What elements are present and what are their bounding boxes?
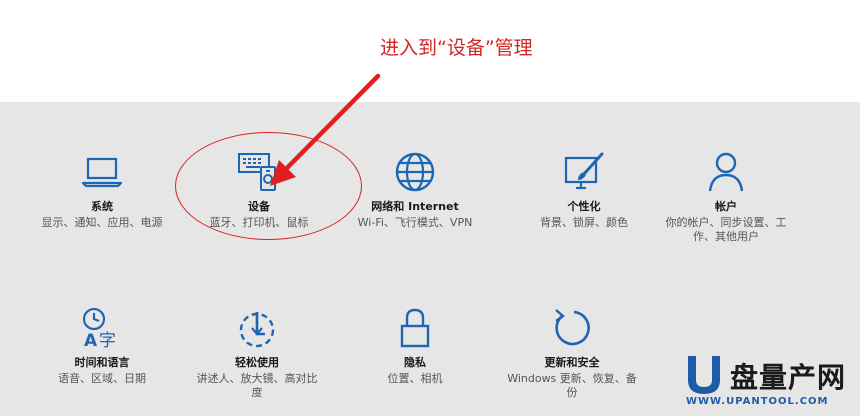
u-logo-icon bbox=[688, 356, 720, 394]
watermark-logo: 盘量产网 WWW.UPANTOOL.COM bbox=[684, 354, 854, 412]
watermark-title: 盘量产网 bbox=[730, 361, 847, 394]
watermark-url: WWW.UPANTOOL.COM bbox=[686, 396, 829, 407]
